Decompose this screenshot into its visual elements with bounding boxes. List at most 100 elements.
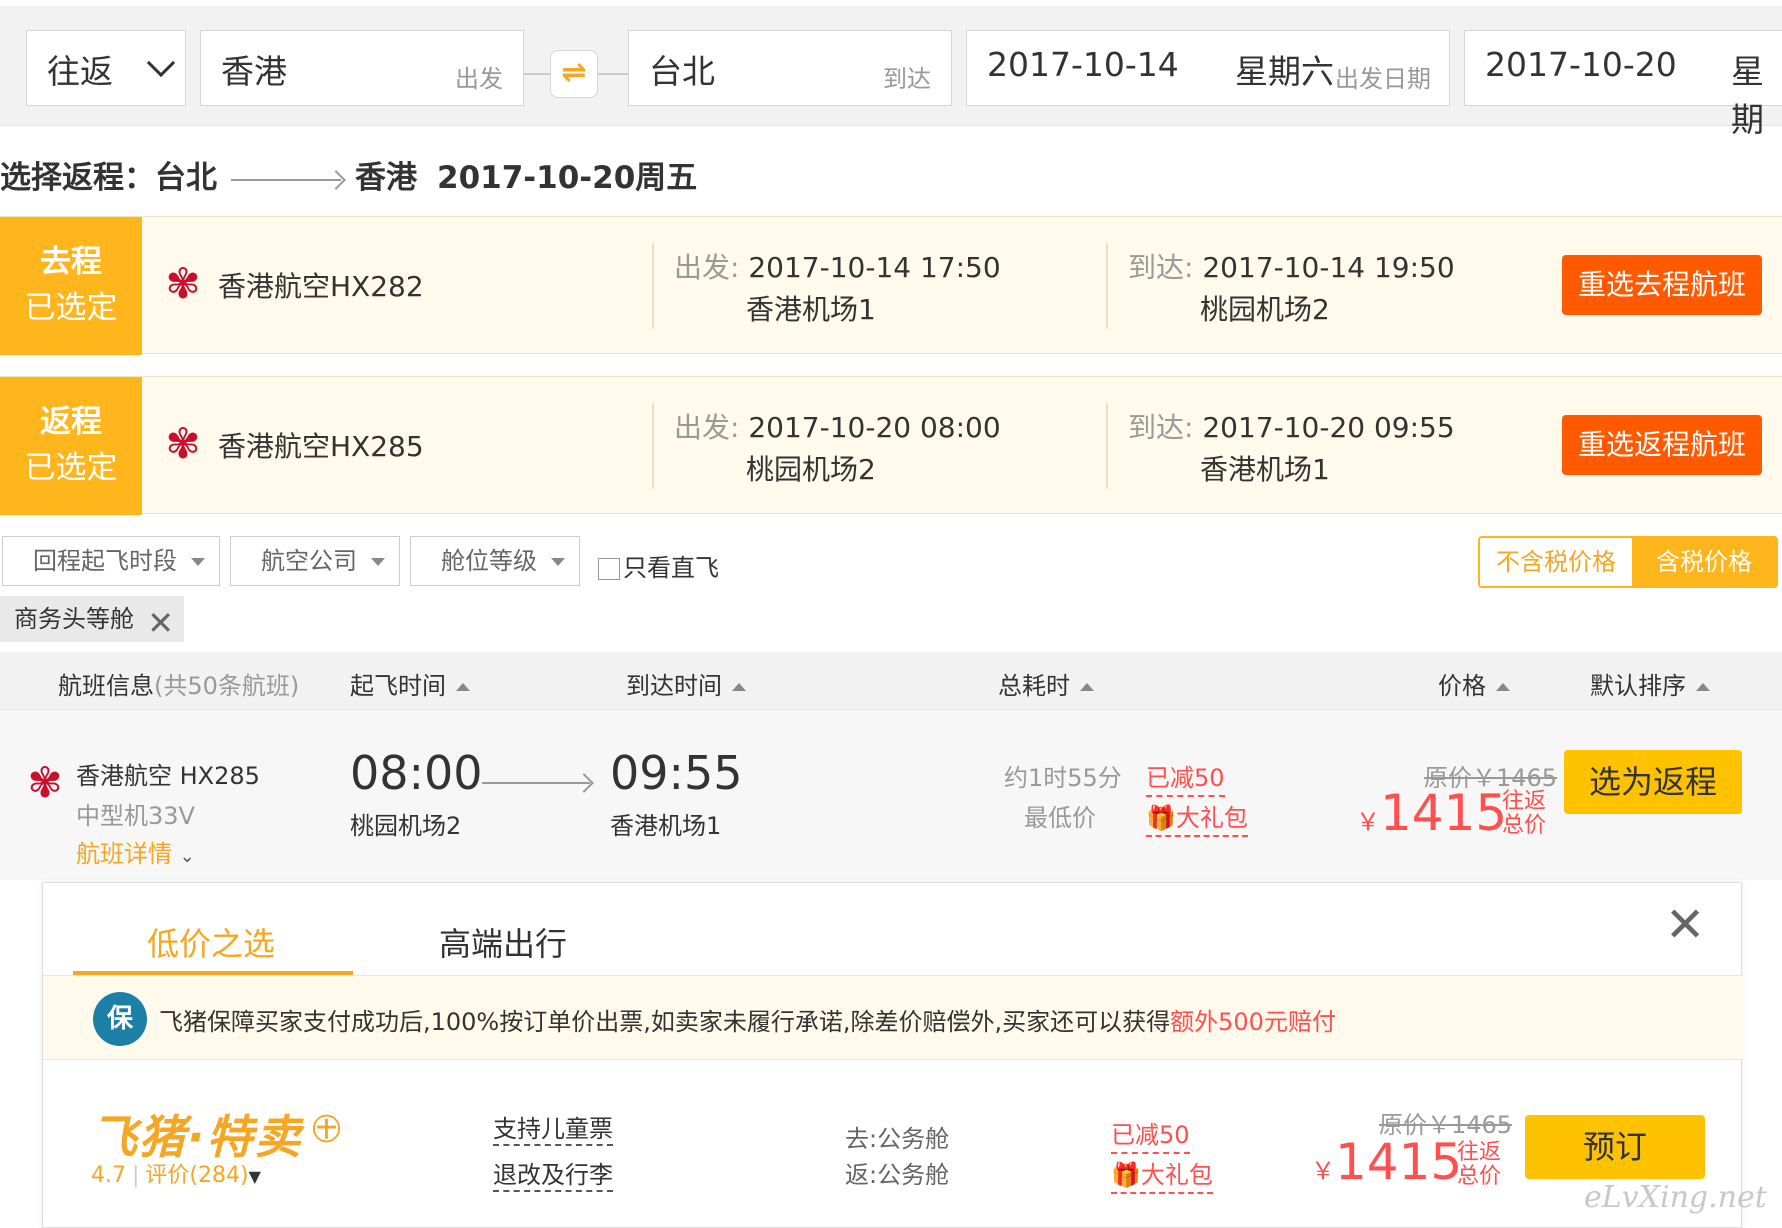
price-excl-tax-option[interactable]: 不含税价格 xyxy=(1480,538,1632,586)
sort-depart-time[interactable]: 起飞时间 xyxy=(350,666,470,701)
filter-cabin-class[interactable]: 舱位等级 xyxy=(410,536,580,586)
hk-airlines-logo-icon: ✾ xyxy=(27,758,63,807)
price-value: ￥1415 xyxy=(1311,1133,1462,1191)
arrive-airport: 香港机场1 xyxy=(1200,453,1330,486)
selected-tag-status: 已选定 xyxy=(24,290,118,326)
price-incl-tax-option[interactable]: 含税价格 xyxy=(1632,538,1776,586)
to-city-value: 台北 xyxy=(649,52,715,91)
hk-airlines-logo-icon: ✾ xyxy=(165,419,201,468)
currency-symbol: ￥ xyxy=(1311,1157,1335,1185)
tab-premium[interactable]: 高端出行 xyxy=(439,919,567,965)
sort-up-icon xyxy=(1080,683,1094,691)
depart-time: 08:00 xyxy=(350,746,483,800)
caret-down-icon: ▼ xyxy=(248,1167,261,1186)
sort-price[interactable]: 价格 xyxy=(1438,666,1510,701)
sort-up-icon xyxy=(1696,683,1710,691)
hk-airlines-logo-icon: ✾ xyxy=(165,259,201,308)
guarantee-text: 飞猪保障买家支付成功后,100%按订单价出票,如卖家未履行承诺,除差价赔偿外,买… xyxy=(159,1002,1336,1037)
swap-cities-icon[interactable]: ⇌ xyxy=(550,50,598,98)
reselect-outbound-button[interactable]: 重选去程航班 xyxy=(1562,255,1762,315)
arrive-time: 2017-10-20 09:55 xyxy=(1202,411,1455,444)
arrive-airport: 香港机场1 xyxy=(610,812,722,840)
child-ticket-link[interactable]: 支持儿童票 xyxy=(493,1109,613,1146)
caret-down-icon xyxy=(551,558,565,566)
divider xyxy=(1106,243,1108,329)
selected-arrive-info: 到达: 2017-10-20 09:55 香港机场1 xyxy=(1128,407,1455,491)
search-bar: 往返 香港 出发 ⇌ 台北 到达 2017-10-14 星期六 出发日期 201… xyxy=(0,6,1782,139)
price-note-round-trip: 往返 xyxy=(1502,789,1547,814)
guarantee-banner: 保 飞猪保障买家支付成功后,100%按订单价出票,如卖家未履行承诺,除差价赔偿外… xyxy=(43,976,1743,1060)
depart-time: 2017-10-14 17:50 xyxy=(748,251,1001,284)
from-city-input[interactable]: 香港 出发 xyxy=(200,30,524,106)
arrive-airport: 桃园机场2 xyxy=(1200,293,1330,326)
chevron-down-icon: ⌄ xyxy=(179,846,195,867)
heading-label: 选择返程： xyxy=(0,160,155,196)
flight-list-header: 航班信息(共50条航班) 起飞时间 到达时间 总耗时 价格 默认排序 xyxy=(0,652,1782,710)
selected-depart-info: 出发: 2017-10-14 17:50 香港机场1 xyxy=(674,247,1001,331)
close-icon[interactable]: ✕ xyxy=(147,600,174,646)
price-note-total: 总价 xyxy=(1502,813,1547,838)
gift-badge[interactable]: 🎁大礼包 xyxy=(1146,798,1248,837)
selected-tag-status: 已选定 xyxy=(24,450,118,486)
checkbox-icon[interactable] xyxy=(598,558,620,580)
depart-airport: 桃园机场2 xyxy=(746,453,876,486)
change-baggage-link[interactable]: 退改及行李 xyxy=(493,1155,613,1192)
from-city-value: 香港 xyxy=(221,52,287,91)
col-label: 价格 xyxy=(1438,672,1486,700)
return-cabin: 返:公务舱 xyxy=(845,1161,950,1189)
price-note: 往返 总价 xyxy=(1502,790,1546,838)
price-amount: 1415 xyxy=(1380,784,1508,842)
return-date-value: 2017-10-20 xyxy=(1485,45,1677,84)
flight-details-link[interactable]: 航班详情 ⌄ xyxy=(76,834,195,869)
depart-date-value: 2017-10-14 xyxy=(987,45,1179,84)
trip-type-select[interactable]: 往返 xyxy=(26,30,186,106)
sort-up-icon xyxy=(1496,683,1510,691)
price-note-total: 总价 xyxy=(1457,1164,1502,1189)
details-label: 航班详情 xyxy=(76,840,172,868)
depart-date-input[interactable]: 2017-10-14 星期六 出发日期 xyxy=(966,30,1450,106)
guarantee-highlight[interactable]: 额外500元赔付 xyxy=(1170,1008,1336,1036)
guarantee-body: 飞猪保障买家支付成功后,100%按订单价出票,如卖家未履行承诺,除差价赔偿外,买… xyxy=(159,1008,1171,1036)
col-label: 总耗时 xyxy=(998,672,1070,700)
price-note-round-trip: 往返 xyxy=(1457,1140,1502,1165)
selected-outbound-panel: 去程 已选定 ✾ 香港航空HX282 出发: 2017-10-14 17:50 … xyxy=(0,216,1782,355)
col-label: 起飞时间 xyxy=(350,672,446,700)
select-return-button[interactable]: 选为返程 xyxy=(1564,750,1742,814)
filter-label: 舱位等级 xyxy=(441,547,537,575)
book-button[interactable]: 预订 xyxy=(1525,1115,1705,1179)
sort-arrive-time[interactable]: 到达时间 xyxy=(626,666,746,701)
rating-value: 4.7 xyxy=(91,1163,126,1188)
caret-down-icon xyxy=(191,558,205,566)
to-city-input[interactable]: 台北 到达 xyxy=(628,30,952,106)
reselect-return-button[interactable]: 重选返程航班 xyxy=(1562,415,1762,475)
gift-icon: 🎁 xyxy=(1146,804,1176,832)
price-mode-toggle: 不含税价格 含税价格 xyxy=(1478,536,1778,588)
selected-flight: 香港航空HX285 xyxy=(218,430,424,463)
divider xyxy=(652,243,654,329)
gift-badge[interactable]: 🎁大礼包 xyxy=(1111,1155,1213,1194)
price-value: ￥1415 xyxy=(1356,784,1507,842)
lowest-price-label: 最低价 xyxy=(1024,804,1096,832)
return-date-input[interactable]: 2017-10-20 星期 xyxy=(1464,30,1782,139)
watermark: eLvXing.net xyxy=(1584,1180,1767,1215)
price-note: 往返 总价 xyxy=(1457,1141,1501,1189)
filter-airline[interactable]: 航空公司 xyxy=(230,536,400,586)
sort-up-icon xyxy=(456,683,470,691)
close-icon[interactable]: ✕ xyxy=(1665,901,1705,949)
seller-rating[interactable]: 4.7 | 评价(284)▼ xyxy=(91,1157,261,1189)
discount-badge: 已减50 xyxy=(1146,758,1225,797)
flight-count: (共50条航班) xyxy=(154,672,300,700)
tab-low-price[interactable]: 低价之选 xyxy=(147,919,275,965)
return-weekday: 星期 xyxy=(1731,52,1764,139)
guarantee-shield-icon: 保 xyxy=(93,992,147,1046)
filter-departure-time[interactable]: 回程起飞时段 xyxy=(2,536,220,586)
gift-label: 大礼包 xyxy=(1175,804,1248,832)
sort-default[interactable]: 默认排序 xyxy=(1590,666,1710,701)
col-label: 默认排序 xyxy=(1590,672,1686,700)
arrive-label: 到达: xyxy=(1128,411,1194,444)
sort-duration[interactable]: 总耗时 xyxy=(998,666,1094,701)
discount-badge: 已减50 xyxy=(1111,1115,1190,1154)
chip-label: 商务头等舱 xyxy=(14,605,134,633)
nonstop-checkbox[interactable]: 只看直飞 xyxy=(598,548,719,583)
trip-type-value: 往返 xyxy=(47,52,113,91)
